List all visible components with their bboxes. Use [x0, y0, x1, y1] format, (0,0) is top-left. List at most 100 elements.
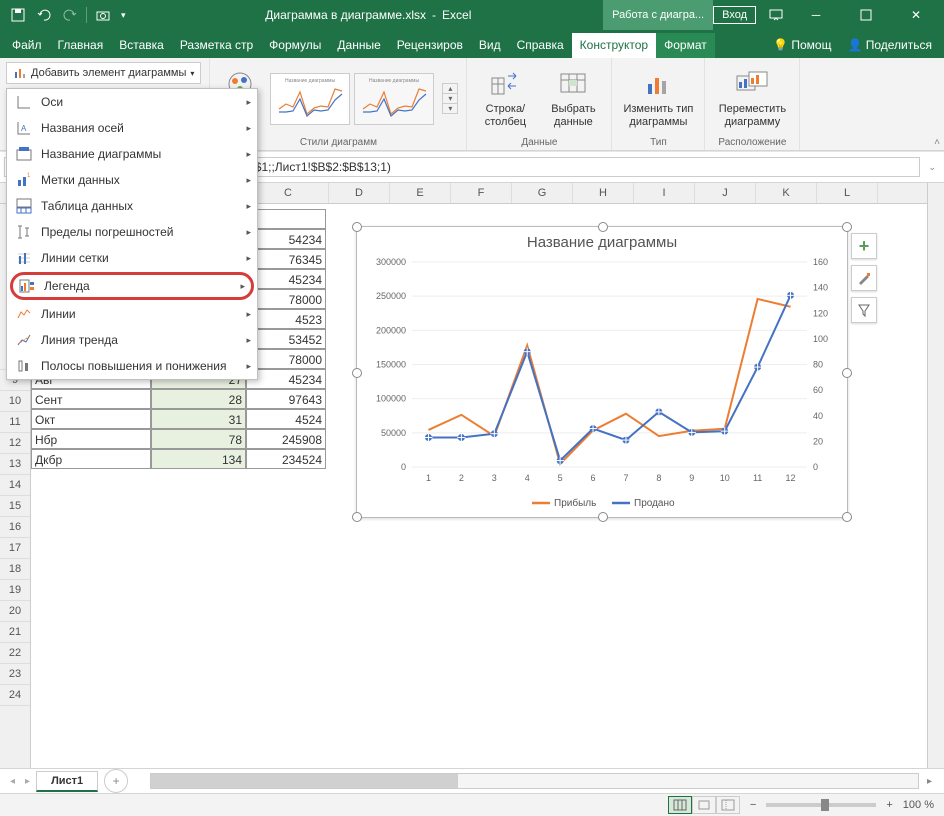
- view-page-layout-icon[interactable]: [692, 796, 716, 814]
- svg-text:300000: 300000: [376, 257, 406, 267]
- view-normal-icon[interactable]: [668, 796, 692, 814]
- svg-text:7: 7: [623, 473, 628, 483]
- sheet-nav-next-icon[interactable]: ▸: [21, 776, 34, 787]
- svg-text:Продано: Продано: [634, 498, 675, 509]
- formula-input[interactable]: =РЯД(Лист1!$B$1;;Лист1!$B$2:$B$13;1): [161, 157, 920, 177]
- menu-item-data-labels[interactable]: 1Метки данных▸: [7, 167, 257, 193]
- data-table-icon: [15, 197, 33, 215]
- move-chart-button[interactable]: Переместить диаграмму: [713, 68, 791, 129]
- svg-text:Название диаграммы: Название диаграммы: [527, 234, 677, 251]
- tab-view[interactable]: Вид: [471, 33, 509, 58]
- menu-item-gridlines[interactable]: Линии сетки▸: [7, 245, 257, 271]
- vertical-scrollbar[interactable]: [927, 183, 944, 768]
- tab-chart-design[interactable]: Конструктор: [572, 33, 656, 58]
- gallery-up-icon[interactable]: ▴: [443, 84, 457, 94]
- tab-review[interactable]: Рецензиров: [389, 33, 471, 58]
- zoom-slider[interactable]: [766, 803, 876, 807]
- switch-row-column-button[interactable]: Строка/ столбец: [475, 68, 535, 129]
- chart-filter-icon[interactable]: [851, 297, 877, 323]
- ribbon-tabs: Файл Главная Вставка Разметка стр Формул…: [0, 30, 944, 58]
- login-button[interactable]: Вход: [713, 6, 756, 24]
- col-header-f[interactable]: F: [451, 183, 512, 203]
- col-header-i[interactable]: I: [634, 183, 695, 203]
- tab-data[interactable]: Данные: [329, 33, 388, 58]
- menu-item-updown-bars[interactable]: Полосы повышения и понижения▸: [7, 353, 257, 379]
- expand-formula-icon[interactable]: ⌄: [924, 162, 940, 173]
- zoom-level[interactable]: 100 %: [903, 799, 934, 811]
- zoom-in-icon[interactable]: +: [886, 799, 892, 811]
- menu-item-trendline[interactable]: Линия тренда▸: [7, 327, 257, 353]
- menu-item-error-bars[interactable]: Пределы погрешностей▸: [7, 219, 257, 245]
- zoom-out-icon[interactable]: −: [750, 799, 756, 811]
- tab-formulas[interactable]: Формулы: [261, 33, 329, 58]
- axis-titles-icon: A: [15, 119, 33, 137]
- menu-item-axes[interactable]: Оси▸: [7, 89, 257, 115]
- minimize-button[interactable]: ─: [796, 0, 836, 30]
- menu-item-data-table[interactable]: Таблица данных▸: [7, 193, 257, 219]
- svg-text:1: 1: [426, 473, 431, 483]
- tab-layout[interactable]: Разметка стр: [172, 33, 261, 58]
- tab-home[interactable]: Главная: [50, 33, 112, 58]
- col-header-h[interactable]: H: [573, 183, 634, 203]
- collapse-ribbon-icon[interactable]: ˄: [934, 137, 940, 148]
- svg-text:200000: 200000: [376, 325, 406, 335]
- gallery-more-icon[interactable]: ▾: [443, 104, 457, 113]
- tell-me[interactable]: 💡 Помощ: [765, 33, 839, 58]
- menu-item-chart-title[interactable]: Название диаграммы▸: [7, 141, 257, 167]
- col-header-g[interactable]: G: [512, 183, 573, 203]
- tab-chart-format[interactable]: Формат: [656, 33, 715, 58]
- redo-icon: [60, 5, 80, 25]
- svg-text:8: 8: [656, 473, 661, 483]
- svg-text:80: 80: [813, 360, 823, 370]
- undo-icon[interactable]: [34, 5, 54, 25]
- updown-bars-icon: [15, 357, 33, 375]
- col-header-k[interactable]: K: [756, 183, 817, 203]
- ribbon-options-icon[interactable]: [766, 5, 786, 25]
- svg-text:10: 10: [720, 473, 730, 483]
- chart-plus-icon[interactable]: +: [851, 233, 877, 259]
- svg-text:5: 5: [558, 473, 563, 483]
- style-thumb-1[interactable]: Название диаграммы: [270, 73, 350, 125]
- tab-help[interactable]: Справка: [509, 33, 572, 58]
- axes-icon: [15, 93, 33, 111]
- add-sheet-icon[interactable]: +: [104, 769, 128, 793]
- tab-file[interactable]: Файл: [4, 33, 50, 58]
- col-header-c[interactable]: C: [248, 183, 329, 203]
- horizontal-scrollbar[interactable]: [150, 773, 919, 789]
- col-header-j[interactable]: J: [695, 183, 756, 203]
- sheet-tab-1[interactable]: Лист1: [36, 771, 98, 792]
- group-label-type: Тип: [650, 135, 667, 148]
- maximize-button[interactable]: [846, 0, 886, 30]
- legend-icon: [18, 277, 36, 295]
- menu-item-legend[interactable]: Легенда▸: [10, 272, 254, 300]
- change-chart-type-button[interactable]: Изменить тип диаграммы: [620, 68, 696, 129]
- style-thumb-2[interactable]: Название диаграммы: [354, 73, 434, 125]
- menu-item-axis-titles[interactable]: AНазвания осей▸: [7, 115, 257, 141]
- svg-text:A: A: [21, 124, 27, 133]
- svg-text:Название диаграммы: Название диаграммы: [285, 78, 335, 84]
- menu-item-lines[interactable]: Линии▸: [7, 301, 257, 327]
- sheet-nav-prev-icon[interactable]: ◂: [6, 776, 19, 787]
- view-page-break-icon[interactable]: [716, 796, 740, 814]
- save-icon[interactable]: [8, 5, 28, 25]
- select-data-button[interactable]: Выбрать данные: [543, 68, 603, 129]
- close-button[interactable]: ✕: [896, 0, 936, 30]
- chart-object[interactable]: Название диаграммы0500001000001500002000…: [356, 226, 848, 518]
- chart-brush-icon[interactable]: [851, 265, 877, 291]
- change-type-icon: [642, 68, 674, 100]
- switch-rc-icon: [489, 68, 521, 100]
- move-chart-icon: [736, 68, 768, 100]
- share-button[interactable]: 👤 Поделиться: [839, 33, 940, 58]
- quick-access-toolbar: ▾: [0, 5, 134, 25]
- svg-text:0: 0: [813, 462, 818, 472]
- gallery-down-icon[interactable]: ▾: [443, 94, 457, 104]
- svg-text:12: 12: [786, 473, 796, 483]
- tab-insert[interactable]: Вставка: [111, 33, 172, 58]
- svg-text:100000: 100000: [376, 394, 406, 404]
- col-header-e[interactable]: E: [390, 183, 451, 203]
- add-chart-element-button[interactable]: Добавить элемент диаграммы ▾: [6, 62, 201, 84]
- camera-icon[interactable]: [93, 5, 113, 25]
- col-header-d[interactable]: D: [329, 183, 390, 203]
- col-header-l[interactable]: L: [817, 183, 878, 203]
- chart-styles-gallery[interactable]: Название диаграммы Название диаграммы: [270, 73, 434, 125]
